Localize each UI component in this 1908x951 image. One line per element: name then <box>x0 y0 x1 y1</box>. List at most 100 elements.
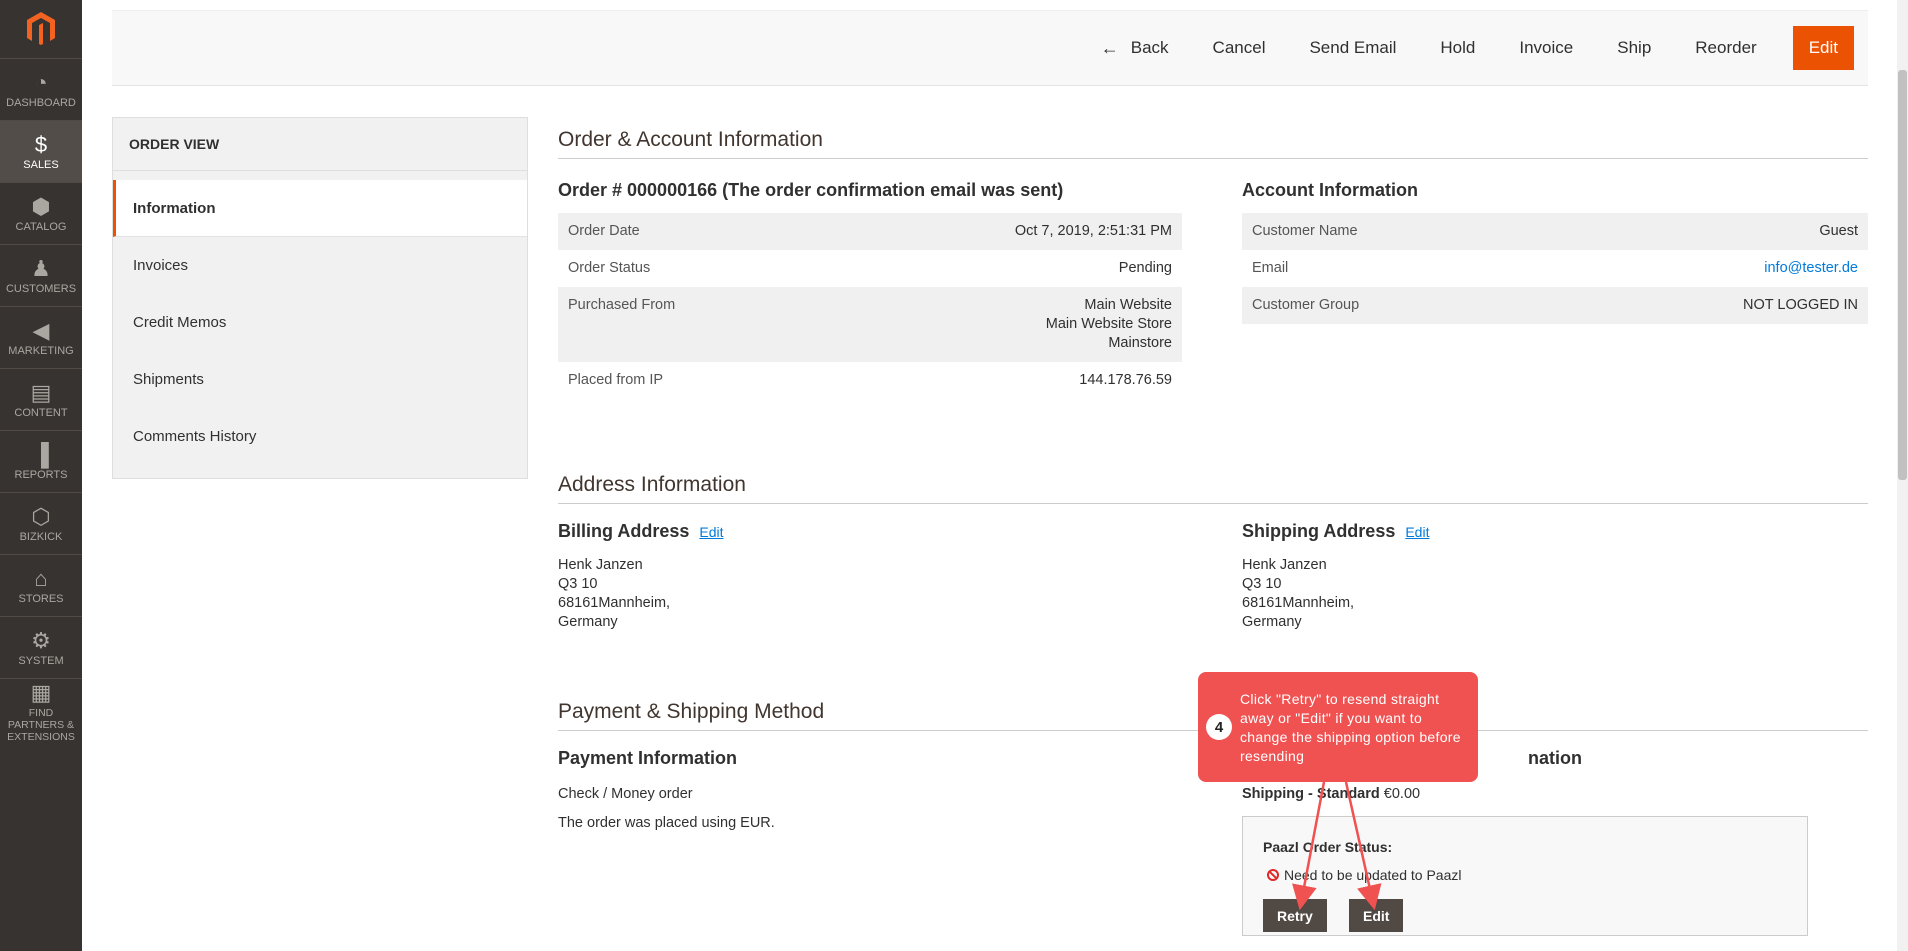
edit-shipping-address-link[interactable]: Edit <box>1405 524 1429 540</box>
order-status-value: Pending <box>1118 260 1172 276</box>
magento-logo[interactable] <box>0 0 82 58</box>
billing-address-title: Billing Address <box>558 521 690 541</box>
edit-shipping-button[interactable]: Edit <box>1349 899 1404 932</box>
placed-ip-value: 144.178.76.59 <box>1079 372 1172 388</box>
order-view-tabs: ORDER VIEW Information Invoices Credit M… <box>112 117 528 479</box>
edit-order-button[interactable]: Edit <box>1792 26 1854 70</box>
nav-item-bizkick[interactable]: ⬡ BIZKICK <box>0 492 82 554</box>
gear-icon: ⚙ <box>31 627 51 653</box>
nav-item-content[interactable]: ▤ CONTENT <box>0 368 82 430</box>
billing-address-heading: Billing Address Edit <box>558 521 1182 542</box>
row-label: Purchased From <box>558 287 819 362</box>
annotation-callout: 4 Click "Retry" to resend straight away … <box>1198 672 1478 782</box>
order-info-table: Order Date Oct 7, 2019, 2:51:31 PM Order… <box>558 213 1182 399</box>
nav-item-label: CONTENT <box>14 406 68 419</box>
dashboard-icon: ◔ <box>34 69 48 95</box>
nav-item-label: STORES <box>18 592 64 605</box>
store-line: Mainstore <box>1108 335 1172 351</box>
nav-item-stores[interactable]: ⌂ STORES <box>0 554 82 616</box>
nav-item-dashboard[interactable]: ◔ DASHBOARD <box>0 58 82 120</box>
address-line: 68161Mannheim, <box>558 595 671 611</box>
customer-name-value: Guest <box>1545 213 1868 250</box>
payment-info-block: Payment Information Check / Money order … <box>558 748 1182 833</box>
email-link[interactable]: info@tester.de <box>1764 260 1858 276</box>
retry-button[interactable]: Retry <box>1263 899 1327 932</box>
nav-item-marketing[interactable]: ◀ MARKETING <box>0 306 82 368</box>
row-label: Customer Group <box>1242 287 1546 324</box>
back-label: Back <box>1130 38 1169 57</box>
payment-method-text: Check / Money order <box>558 786 693 802</box>
nav-item-find-partners-extensions[interactable]: ▦ FIND PARTNERS & EXTENSIONS <box>0 678 82 744</box>
billing-address-text: Henk Janzen Q3 10 68161Mannheim, Germany <box>558 556 1182 632</box>
admin-sidebar: ◔ DASHBOARD $ SALES ⬢ CATALOG ♟ CUSTOMERS ◀ MARKE… <box>0 0 82 951</box>
table-row: Customer Name Guest <box>1242 213 1868 250</box>
address-line: Q3 10 <box>1242 576 1282 592</box>
paazl-status-text: Need to be updated to Paazl <box>1284 867 1462 883</box>
nav-item-catalog[interactable]: ⬢ CATALOG <box>0 182 82 244</box>
table-row: Purchased From Main Website Main Website… <box>558 287 1182 362</box>
megaphone-icon: ◀ <box>32 317 50 343</box>
address-line: Germany <box>558 614 618 630</box>
address-line: Germany <box>1242 614 1302 630</box>
order-date-value: Oct 7, 2019, 2:51:31 PM <box>818 213 1182 250</box>
nav-item-label: CUSTOMERS <box>5 282 77 295</box>
nav-item-reports[interactable]: ▐ REPORTS <box>0 430 82 492</box>
row-label: Placed from IP <box>568 372 664 388</box>
row-label: Customer Name <box>1242 213 1546 250</box>
invoice-button[interactable]: Invoice <box>1497 26 1595 70</box>
address-section-title: Address Information <box>558 473 1868 504</box>
order-view-title: ORDER VIEW <box>113 118 527 171</box>
nav-item-customers[interactable]: ♟ CUSTOMERS <box>0 244 82 306</box>
table-row: Order Status Pending <box>558 250 1182 287</box>
address-section: Address Information Billing Address Edit … <box>558 473 1868 630</box>
boxes-icon: ▦ <box>30 679 52 705</box>
shipping-address-text: Henk Janzen Q3 10 68161Mannheim, Germany <box>1242 556 1868 632</box>
billing-address-block: Billing Address Edit Henk Janzen Q3 10 68… <box>558 521 1182 632</box>
account-info-table: Customer Name Guest Email info@tester.de… <box>1242 213 1868 324</box>
hexagon-icon: ⬡ <box>31 503 51 529</box>
customer-group-value: NOT LOGGED IN <box>1545 287 1868 324</box>
tab-shipments[interactable]: Shipments <box>113 351 527 408</box>
back-button[interactable]: ← Back <box>1079 26 1191 70</box>
hold-button[interactable]: Hold <box>1418 26 1497 70</box>
order-main-content: Order & Account Information Order # 0000… <box>558 128 1868 936</box>
callout-text: Click "Retry" to resend straight away or… <box>1240 691 1461 764</box>
tab-comments-history[interactable]: Comments History <box>113 408 527 465</box>
nav-item-label: SALES <box>23 158 59 171</box>
order-info-column: Order # 000000166 (The order confirmatio… <box>558 180 1182 399</box>
shipping-address-title: Shipping Address <box>1242 521 1396 541</box>
shipping-address-block: Shipping Address Edit Henk Janzen Q3 10 6… <box>1242 521 1868 632</box>
purchased-from-value: Main Website Main Website Store Mainstor… <box>818 287 1182 362</box>
tab-credit-memos[interactable]: Credit Memos <box>113 294 527 351</box>
nav-item-sales[interactable]: $ SALES <box>0 120 82 182</box>
send-email-button[interactable]: Send Email <box>1287 26 1418 70</box>
shipping-price: €0.00 <box>1383 786 1421 802</box>
address-line: Henk Janzen <box>558 557 643 573</box>
tab-invoices[interactable]: Invoices <box>113 237 527 294</box>
store-icon: ⌂ <box>34 565 48 591</box>
page-scrollbar[interactable] <box>1897 0 1908 951</box>
account-info-column: Account Information Customer Name Guest … <box>1242 180 1868 324</box>
scrollbar-thumb[interactable] <box>1898 70 1907 480</box>
table-row: Email info@tester.de <box>1242 250 1868 287</box>
table-row: Customer Group NOT LOGGED IN <box>1242 287 1868 324</box>
table-row: Placed from IP 144.178.76.59 <box>558 362 1182 399</box>
shipping-address-heading: Shipping Address Edit <box>1242 521 1868 542</box>
ship-button[interactable]: Ship <box>1595 26 1673 70</box>
edit-billing-address-link[interactable]: Edit <box>699 524 723 540</box>
arrow-left-icon: ← <box>1100 37 1119 58</box>
currency-note: The order was placed using EUR. <box>558 815 775 831</box>
nav-item-system[interactable]: ⚙ SYSTEM <box>0 616 82 678</box>
cancel-button[interactable]: Cancel <box>1191 26 1288 70</box>
order-account-section-title: Order & Account Information <box>558 128 1868 159</box>
tab-information[interactable]: Information <box>113 180 527 237</box>
person-icon: ♟ <box>31 255 51 281</box>
shipping-method-text: Shipping - Standard €0.00 <box>1242 785 1868 804</box>
address-line: Q3 10 <box>558 576 598 592</box>
content-icon: ▤ <box>30 379 52 405</box>
nav-item-label: MARKETING <box>8 344 74 357</box>
page-actions-bar: ← Back Cancel Send Email Hold Invoice Sh… <box>112 10 1868 86</box>
row-label: Order Date <box>558 213 819 250</box>
reorder-button[interactable]: Reorder <box>1673 26 1778 70</box>
step-number-badge: 4 <box>1206 714 1232 740</box>
